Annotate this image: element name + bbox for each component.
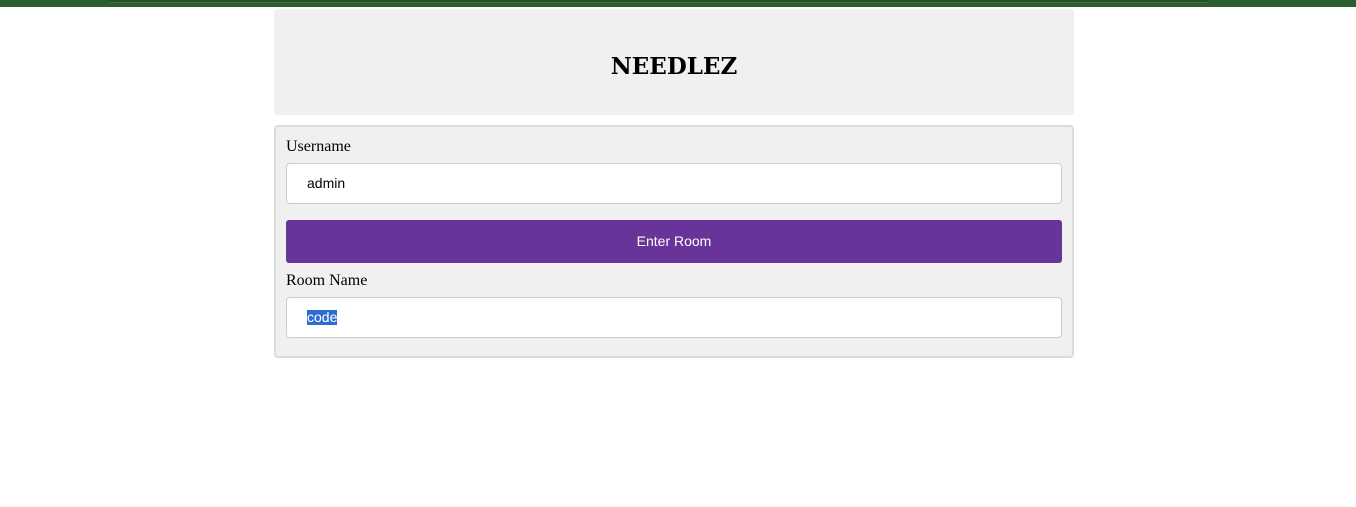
header-panel: NEEDLEZ: [274, 9, 1074, 115]
page-title: NEEDLEZ: [610, 53, 738, 80]
room-name-input-value: code: [307, 309, 338, 325]
enter-room-button[interactable]: Enter Room: [286, 220, 1062, 263]
login-form: Username admin Enter Room Room Name code: [274, 125, 1074, 358]
username-input[interactable]: admin: [286, 163, 1062, 204]
top-bar: [0, 0, 1356, 7]
room-name-input[interactable]: code: [286, 297, 1062, 338]
top-bar-inner: [108, 0, 1208, 3]
username-label: Username: [286, 138, 351, 155]
username-input-value: admin: [307, 175, 346, 191]
room-name-label: Room Name: [286, 272, 368, 289]
